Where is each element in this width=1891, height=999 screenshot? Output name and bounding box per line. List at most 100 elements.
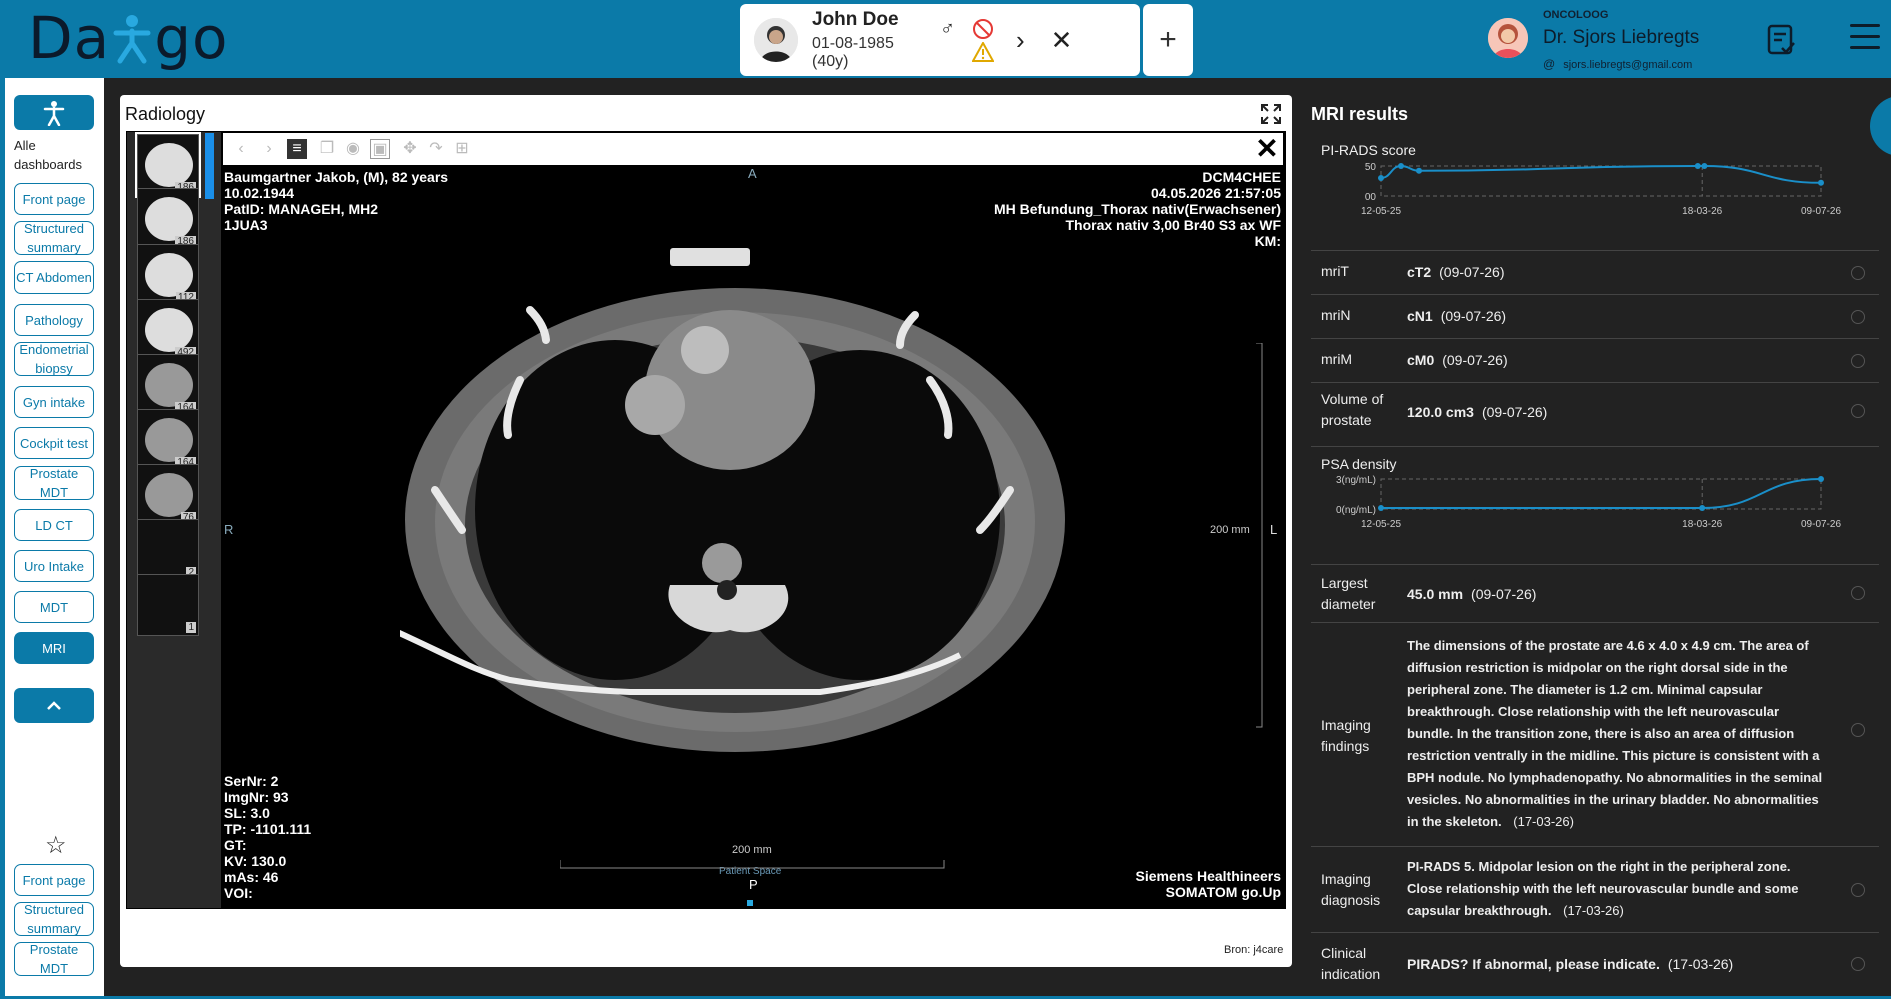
favorite-structured-summary[interactable]: Structured summary [14,902,94,936]
history-icon[interactable] [1851,310,1865,324]
series-line [1381,478,1822,509]
mriM-label: mriM [1321,351,1353,367]
data-point[interactable] [1378,505,1384,511]
orientation-left: R [224,522,234,537]
hamburger-menu-icon[interactable] [1850,24,1880,52]
volume-value-text: 120.0 cm3 [1407,404,1474,420]
data-point[interactable] [1416,167,1422,174]
favorite-prostate-mdt[interactable]: Prostate MDT [14,942,94,976]
mriT-value-text: cT2 [1407,264,1432,280]
dago-logo[interactable]: Da go [28,4,229,72]
y-tick-label: 50 [1365,162,1377,173]
pirads-chart: PI-RADS score 50 00 12-05-25 18-03-26 09-07-… [1311,142,1879,250]
series-thumbnail[interactable]: 164 [137,354,199,416]
sidebar-item-mri[interactable]: MRI [14,632,94,664]
history-icon[interactable] [1851,266,1865,280]
top-bar: Da go John Doe 01-08-1985 (40y) ♂ › ✕ + … [0,0,1891,78]
data-point[interactable] [1699,505,1706,511]
collapse-up-button[interactable] [14,688,94,723]
warning-icon[interactable] [972,42,994,62]
expand-icon[interactable] [1260,103,1282,125]
data-point[interactable] [1818,476,1824,482]
history-icon[interactable] [1851,723,1865,737]
layout-icon[interactable]: ⊞ [452,139,472,159]
sidebar-item-front-page[interactable]: Front page [14,183,94,215]
series-thumbnail[interactable]: 186 [137,188,199,250]
scale-bar-right [1256,343,1263,728]
data-point[interactable] [1818,179,1824,186]
doctor-name: Dr. Sjors Liebregts [1543,27,1700,48]
ct-image [400,248,1065,752]
sidebar-item-mdt[interactable]: MDT [14,591,94,623]
sidebar-item-pathology[interactable]: Pathology [14,304,94,336]
redo-icon[interactable]: ↷ [426,139,446,159]
favorite-front-page[interactable]: Front page [14,864,94,896]
close-patient-icon[interactable]: ✕ [1051,25,1073,56]
target-icon[interactable]: ◉ [343,139,363,159]
image-icon[interactable]: ▣ [370,139,390,159]
overlay-study-info: DCM4CHEE 04.05.2026 21:57:05 MH Befundun… [993,169,1281,249]
slice-indicator [747,900,753,906]
volume-date: (09-07-26) [1481,404,1548,420]
menu-lines-icon[interactable]: ≡ [287,139,307,159]
next-patient-chevron-icon[interactable]: › [1016,25,1025,56]
history-icon[interactable] [1851,883,1865,897]
diagnosis-date: (17-03-26) [1563,903,1624,918]
findings-text: The dimensions of the prostate are 4.6 x… [1407,638,1823,829]
x-tick-label: 18-03-26 [1682,206,1722,217]
close-viewer-icon[interactable]: ✕ [1255,135,1279,163]
favorites-star-icon[interactable]: ☆ [45,831,67,860]
mri-results-title: MRI results [1311,104,1409,124]
series-thumbnail[interactable]: 1 [137,574,199,636]
series-thumbnail[interactable]: 2 [137,519,199,581]
sidebar-item-gyn-intake[interactable]: Gyn intake [14,386,94,418]
dashboards-button[interactable] [14,95,94,130]
sidebar-item-endometrial-biopsy[interactable]: Endometrial biopsy [14,342,94,376]
history-icon[interactable] [1851,957,1865,971]
forward-icon[interactable]: › [259,139,279,159]
indication-text: PIRADS? If abnormal, please indicate. [1407,956,1660,972]
diagnosis-value: PI-RADS 5. Midpolar lesion on the right … [1407,856,1827,922]
data-point[interactable] [1701,163,1708,169]
mriN-value-text: cN1 [1407,308,1433,324]
orientation-top: A [748,166,757,181]
diagnosis-label: Imaging diagnosis [1321,871,1381,908]
no-resuscitate-icon[interactable] [972,18,994,40]
history-icon[interactable] [1851,354,1865,368]
patient-card[interactable]: John Doe 01-08-1985 (40y) ♂ › ✕ [740,4,1140,76]
data-point[interactable] [1694,163,1701,169]
series-thumbnail[interactable]: 492 [137,299,199,361]
row-indication: Clinical indication PIRADS? If abnormal,… [1311,932,1879,994]
mriN-label: mriN [1321,307,1351,323]
sidebar-item-cockpit-test[interactable]: Cockpit test [14,427,94,459]
psa-chart-title: PSA density [1321,456,1397,472]
doctor-avatar[interactable] [1488,18,1528,58]
mriT-date: (09-07-26) [1439,264,1505,280]
clipboard-check-icon[interactable] [1766,22,1796,56]
series-thumbnail[interactable]: 164 [137,409,199,471]
series-thumbnail[interactable]: 186 [135,132,201,198]
sidebar-item-structured-summary[interactable]: Structured summary [14,221,94,255]
sidebar-item-uro-intake[interactable]: Uro Intake [14,550,94,582]
y-tick-label: 0(ng/mL) [1336,505,1376,516]
sidebar-item-ld-ct[interactable]: LD CT [14,509,94,541]
history-icon[interactable] [1851,404,1865,418]
row-volume: Volume of prostate 120.0 cm3 (09-07-26) [1311,382,1879,438]
row-mriT: mriT cT2 (09-07-26) [1311,250,1879,294]
history-icon[interactable] [1851,586,1865,600]
copy-icon[interactable]: ❐ [317,139,337,159]
move-icon[interactable]: ✥ [400,139,420,159]
row-diagnosis: Imaging diagnosis PI-RADS 5. Midpolar le… [1311,846,1879,932]
mriM-date: (09-07-26) [1442,352,1508,368]
sidebar-item-ct-abdomen[interactable]: CT Abdomen [14,261,94,294]
diameter-value-text: 45.0 mm [1407,586,1464,602]
series-thumbnail[interactable]: 112 [137,244,199,306]
scale-right-label: 200 mm [1210,524,1250,536]
indication-value: PIRADS? If abnormal, please indicate. (17… [1407,953,1827,975]
back-icon[interactable]: ‹ [231,139,251,159]
sidebar-item-prostate-mdt[interactable]: Prostate MDT [14,466,94,500]
series-thumbnail[interactable]: 76 [137,464,199,526]
add-patient-tab-button[interactable]: + [1143,4,1193,76]
data-point[interactable] [1378,175,1384,181]
data-point[interactable] [1398,163,1404,169]
